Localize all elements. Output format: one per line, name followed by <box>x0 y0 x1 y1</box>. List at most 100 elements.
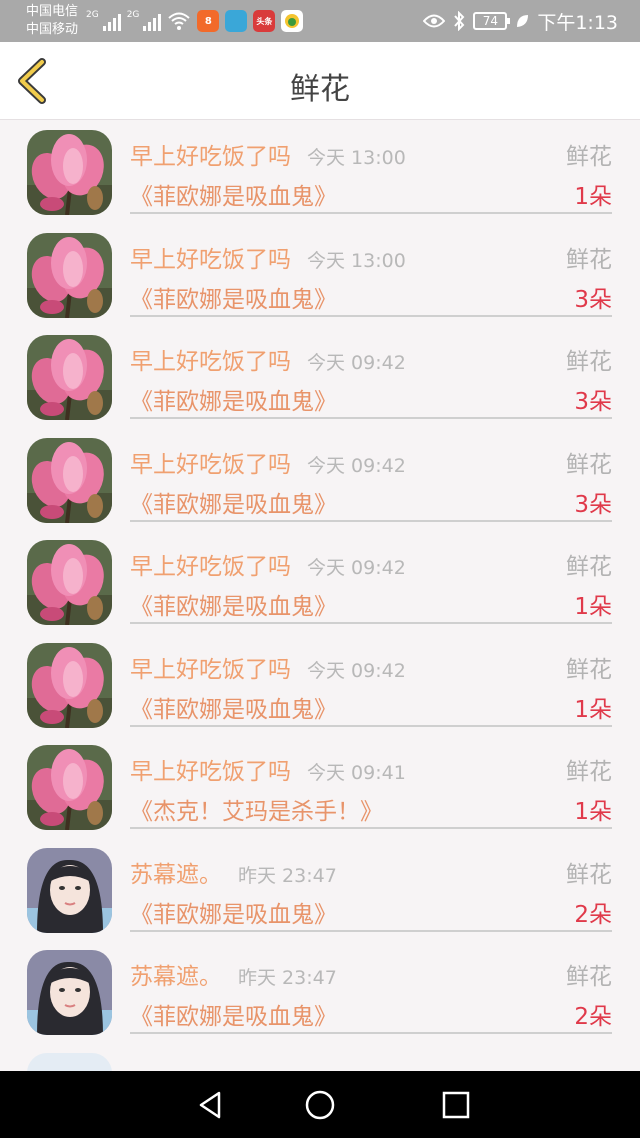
avatar <box>27 335 112 420</box>
list-item-info: 苏幕遮。 昨天 23:47 鲜花 《菲欧娜是吸血鬼》 2朵 <box>130 839 612 932</box>
list-item[interactable]: 早上好吃饭了吗 今天 09:41 鲜花 《杰克！艾玛是杀手！》 1朵 <box>0 736 640 839</box>
signal-1-icon: 2G <box>86 11 121 31</box>
list-item-info: 早上好吃饭了吗 今天 09:42 鲜花 《菲欧娜是吸血鬼》 1朵 <box>130 634 612 727</box>
gift-count: 3朵 <box>574 286 612 313</box>
leaf-icon <box>517 15 529 27</box>
timestamp: 今天 09:42 <box>307 659 406 682</box>
sender-name: 早上好吃饭了吗 今天 09:42 <box>130 656 406 683</box>
gift-count: 1朵 <box>574 184 612 210</box>
gift-count: 2朵 <box>574 1004 612 1030</box>
avatar <box>27 232 112 318</box>
gift-type: 鲜花 <box>566 554 612 580</box>
list-item-info: 早上好吃饭了吗 今天 09:42 鲜花 《菲欧娜是吸血鬼》 1朵 <box>130 531 612 624</box>
status-left-icons: 2G 2G 8 头条 <box>86 8 304 34</box>
gift-type: 鲜花 <box>566 246 612 273</box>
avatar <box>27 130 112 215</box>
app-header: 鲜花 <box>0 42 640 120</box>
timestamp: 今天 09:42 <box>307 352 406 374</box>
app-notification-icon: 8 <box>197 10 220 32</box>
avatar <box>27 540 112 625</box>
timestamp: 今天 13:00 <box>307 147 406 169</box>
flower-avatar-image <box>27 335 112 420</box>
timestamp: 今天 09:42 <box>307 557 406 579</box>
flower-avatar-image <box>27 540 112 625</box>
carrier-2: 中国移动 <box>26 22 79 37</box>
book-title: 《菲欧娜是吸血鬼》 <box>130 184 337 210</box>
gift-count: 3朵 <box>574 389 612 415</box>
timestamp: 今天 09:42 <box>307 454 406 477</box>
avatar <box>27 950 112 1035</box>
sender-name: 早上好吃饭了吗 今天 09:41 <box>130 759 406 785</box>
book-title: 《菲欧娜是吸血鬼》 <box>130 594 337 620</box>
timestamp: 今天 13:00 <box>307 249 406 272</box>
system-nav-bar <box>0 1071 640 1138</box>
sender-name: 早上好吃饭了吗 今天 09:42 <box>130 554 406 580</box>
book-title: 《杰克！艾玛是杀手！》 <box>130 799 383 825</box>
book-title: 《菲欧娜是吸血鬼》 <box>130 389 337 415</box>
sender-name: 早上好吃饭了吗 今天 09:42 <box>130 451 406 478</box>
sender-name: 早上好吃饭了吗 今天 13:00 <box>130 246 406 273</box>
list-item[interactable]: 早上好吃饭了吗 今天 09:42 鲜花 《菲欧娜是吸血鬼》 1朵 <box>0 531 640 634</box>
person-avatar-image <box>27 847 112 933</box>
gift-type: 鲜花 <box>566 964 612 990</box>
carrier-labels: 中国电信 中国移动 <box>26 3 78 39</box>
gift-count: 1朵 <box>574 696 612 723</box>
nav-home-button[interactable] <box>304 1089 336 1121</box>
signal-2-icon: 2G <box>127 11 162 31</box>
flower-avatar-image <box>27 642 112 728</box>
sender-name: 早上好吃饭了吗 今天 13:00 <box>130 144 406 170</box>
timestamp: 昨天 23:47 <box>238 864 337 887</box>
battery-icon: 74 <box>473 12 511 30</box>
book-title: 《菲欧娜是吸血鬼》 <box>130 1004 337 1030</box>
book-title: 《菲欧娜是吸血鬼》 <box>130 901 337 928</box>
list-item-info: 早上好吃饭了吗 今天 09:41 鲜花 《杰克！艾玛是杀手！》 1朵 <box>130 736 612 829</box>
list-item-info: 苏幕遮。 昨天 23:47 鲜花 《菲欧娜是吸血鬼》 2朵 <box>130 941 612 1034</box>
list-item[interactable]: 苏幕遮。 昨天 23:47 鲜花 《菲欧娜是吸血鬼》 2朵 <box>0 941 640 1044</box>
nav-recents-button[interactable] <box>440 1089 472 1121</box>
flower-avatar-image <box>27 232 112 318</box>
avatar <box>27 642 112 728</box>
list-item[interactable]: 早上好吃饭了吗 今天 09:42 鲜花 《菲欧娜是吸血鬼》 3朵 <box>0 429 640 532</box>
gift-type: 鲜花 <box>566 451 612 478</box>
list-item-info: 早上好吃饭了吗 今天 09:42 鲜花 《菲欧娜是吸血鬼》 3朵 <box>130 429 612 522</box>
list-item[interactable]: 早上好吃饭了吗 今天 09:42 鲜花 《菲欧娜是吸血鬼》 1朵 <box>0 634 640 737</box>
eye-icon <box>423 14 446 28</box>
flower-avatar-image <box>27 745 112 830</box>
carrier-1: 中国电信 <box>26 4 79 19</box>
gift-count: 1朵 <box>574 594 612 620</box>
bluetooth-icon <box>454 11 465 31</box>
flower-avatar-image <box>27 437 112 523</box>
status-bar: 中国电信 中国移动 2G 2G 8 头条 74 下午1:13 <box>0 0 640 42</box>
person-avatar-image <box>27 950 112 1035</box>
gift-count: 1朵 <box>574 799 612 825</box>
nav-home-icon <box>305 1090 335 1120</box>
gift-type: 鲜花 <box>566 144 612 170</box>
nav-back-icon <box>199 1091 221 1119</box>
gift-type: 鲜花 <box>566 759 612 785</box>
avatar <box>27 745 112 830</box>
sender-name: 苏幕遮。 昨天 23:47 <box>130 861 337 888</box>
gift-type: 鲜花 <box>566 656 612 683</box>
wifi-icon <box>168 12 191 30</box>
gift-type: 鲜花 <box>566 349 612 375</box>
sender-name: 苏幕遮。 昨天 23:47 <box>130 964 337 990</box>
nav-back-button[interactable] <box>195 1089 227 1121</box>
book-title: 《菲欧娜是吸血鬼》 <box>130 491 337 518</box>
list-item[interactable]: 早上好吃饭了吗 今天 09:42 鲜花 《菲欧娜是吸血鬼》 3朵 <box>0 326 640 429</box>
gift-count: 2朵 <box>574 901 612 928</box>
gift-record-list: 早上好吃饭了吗 今天 13:00 鲜花 《菲欧娜是吸血鬼》 1朵 早上好吃饭了吗今… <box>0 121 640 1071</box>
avatar <box>27 437 112 523</box>
avatar <box>27 1052 112 1071</box>
page-title: 鲜花 <box>290 72 350 107</box>
app-notification-icon <box>281 10 304 32</box>
book-title: 《菲欧娜是吸血鬼》 <box>130 696 337 723</box>
list-item[interactable]: 早上好吃饭了吗 今天 13:00 鲜花 《菲欧娜是吸血鬼》 3朵 <box>0 224 640 327</box>
list-item[interactable]: 苏幕遮。 昨天 23:47 鲜花 《菲欧娜是吸血鬼》 2朵 <box>0 839 640 942</box>
list-item-partial[interactable] <box>0 1044 640 1071</box>
book-title: 《菲欧娜是吸血鬼》 <box>130 286 337 313</box>
status-right-icons: 74 下午1:13 <box>423 8 618 34</box>
list-item-info: 早上好吃饭了吗 今天 09:42 鲜花 《菲欧娜是吸血鬼》 3朵 <box>130 326 612 419</box>
list-item[interactable]: 早上好吃饭了吗 今天 13:00 鲜花 《菲欧娜是吸血鬼》 1朵 <box>0 121 640 224</box>
list-item-info: 早上好吃饭了吗 今天 13:00 鲜花 《菲欧娜是吸血鬼》 1朵 <box>130 121 612 214</box>
status-time: 下午1:13 <box>537 11 618 34</box>
